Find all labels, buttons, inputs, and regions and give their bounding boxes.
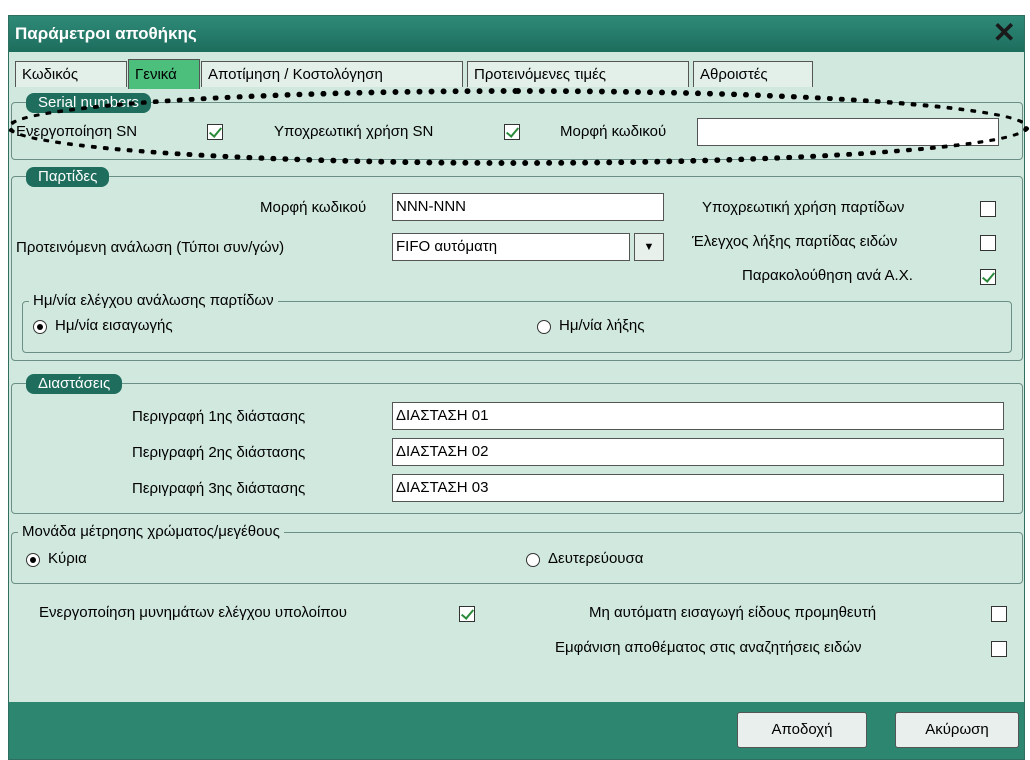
chevron-down-icon[interactable]: ▼ — [634, 233, 664, 261]
consumption-select[interactable]: FIFO αυτόματη — [392, 233, 630, 261]
sn-format-label: Μορφή κωδικού — [560, 123, 667, 140]
no-auto-supplier-label: Μη αυτόματη εισαγωγή είδους προμηθευτή — [589, 604, 877, 621]
enable-sn-label: Ενεργοποίηση SN — [16, 123, 138, 140]
date-import-radio[interactable] — [33, 320, 47, 334]
mandatory-sn-checkbox[interactable] — [504, 124, 520, 140]
dimension-2-input[interactable]: ΔΙΑΣΤΑΣΗ 02 — [392, 438, 1004, 466]
warehouse-params-window: Παράμετροι αποθήκης ✕ Κωδικός Γενικά Απο… — [8, 15, 1025, 760]
tab-valuation[interactable]: Αποτίμηση / Κοστολόγηση — [201, 61, 463, 87]
dimension-2-label: Περιγραφή 2ης διάστασης — [132, 444, 306, 461]
serial-numbers-title: Serial numbers — [26, 93, 151, 113]
date-import-label: Ημ/νία εισαγωγής — [55, 317, 173, 334]
batch-mandatory-label: Υποχρεωτική χρήση παρτίδων — [702, 199, 905, 216]
tracking-checkbox[interactable] — [980, 269, 996, 285]
date-expiry-label: Ημ/νία λήξης — [559, 317, 645, 334]
tracking-label: Παρακολούθηση ανά Α.Χ. — [742, 267, 913, 284]
unit-primary-label: Κύρια — [48, 550, 87, 567]
balance-msgs-checkbox[interactable] — [459, 606, 475, 622]
show-stock-label: Εμφάνιση αποθέματος στις αναζητήσεις ειδ… — [555, 639, 862, 656]
unit-secondary-radio[interactable] — [526, 553, 540, 567]
dimensions-group: Διαστάσεις Περιγραφή 1ης διάστασης ΔΙΑΣΤ… — [11, 374, 1023, 514]
title-bar[interactable]: Παράμετροι αποθήκης ✕ — [9, 16, 1024, 52]
balance-msgs-label: Ενεργοποίηση μυνημάτων ελέγχου υπολοίπου — [39, 604, 347, 621]
unit-primary-radio[interactable] — [26, 553, 40, 567]
unit-title: Μονάδα μέτρησης χρώματος/μεγέθους — [18, 523, 284, 540]
ok-button[interactable]: Αποδοχή — [737, 712, 867, 748]
dimension-1-label: Περιγραφή 1ης διάστασης — [132, 408, 306, 425]
cancel-button[interactable]: Ακύρωση — [895, 712, 1019, 748]
expiry-check-label: Έλεγχος λήξης παρτίδας ειδών — [692, 233, 898, 250]
unit-group: Μονάδα μέτρησης χρώματος/μεγέθους Κύρια … — [11, 523, 1023, 584]
batches-title: Παρτίδες — [26, 167, 110, 187]
dimensions-title: Διαστάσεις — [26, 374, 123, 394]
window-title: Παράμετροι αποθήκης — [15, 24, 197, 43]
serial-numbers-group: Serial numbers Ενεργοποίηση SN Υποχρεωτι… — [11, 93, 1023, 160]
unit-secondary-label: Δευτερεύουσα — [548, 550, 644, 567]
expiry-check-checkbox[interactable] — [980, 235, 996, 251]
show-stock-checkbox[interactable] — [991, 641, 1007, 657]
tab-general[interactable]: Γενικά — [128, 59, 200, 89]
batch-mandatory-checkbox[interactable] — [980, 201, 996, 217]
tab-totals[interactable]: Αθροιστές — [693, 61, 813, 87]
enable-sn-checkbox[interactable] — [207, 124, 223, 140]
batches-group: Παρτίδες Μορφή κωδικού NNN-NNN Προτεινόμ… — [11, 167, 1023, 361]
batch-date-title: Ημ/νία ελέγχου ανάλωσης παρτίδων — [29, 292, 278, 309]
batch-format-label: Μορφή κωδικού — [260, 199, 367, 216]
close-icon[interactable]: ✕ — [993, 18, 1016, 48]
sn-format-input[interactable] — [697, 118, 999, 146]
dimension-1-input[interactable]: ΔΙΑΣΤΑΣΗ 01 — [392, 402, 1004, 430]
dialog-footer: Αποδοχή Ακύρωση — [9, 702, 1024, 759]
batch-date-group: Ημ/νία ελέγχου ανάλωσης παρτίδων Ημ/νία … — [22, 292, 1012, 353]
dimension-3-label: Περιγραφή 3ης διάστασης — [132, 480, 306, 497]
consumption-label: Προτεινόμενη ανάλωση (Τύποι συν/γών) — [16, 239, 285, 256]
batch-format-input[interactable]: NNN-NNN — [392, 193, 664, 221]
mandatory-sn-label: Υποχρεωτική χρήση SN — [274, 123, 434, 140]
date-expiry-radio[interactable] — [537, 320, 551, 334]
tab-suggested-prices[interactable]: Προτεινόμενες τιμές — [467, 61, 689, 87]
tab-code[interactable]: Κωδικός — [15, 61, 127, 87]
no-auto-supplier-checkbox[interactable] — [991, 606, 1007, 622]
dimension-3-input[interactable]: ΔΙΑΣΤΑΣΗ 03 — [392, 474, 1004, 502]
